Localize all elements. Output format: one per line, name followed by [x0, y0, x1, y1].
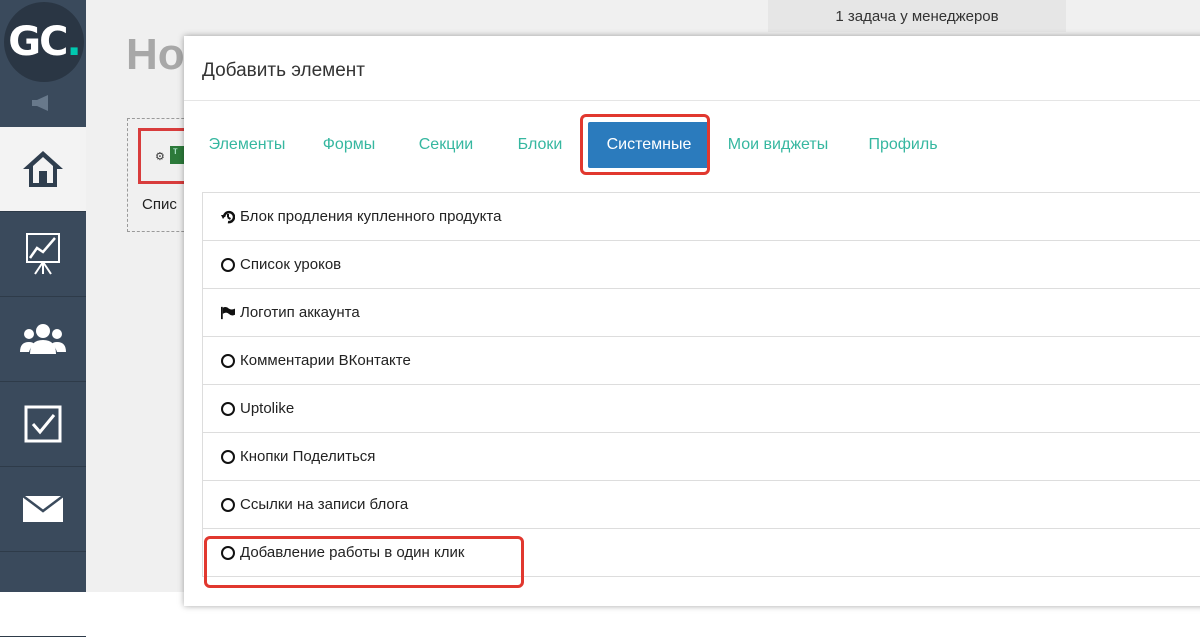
circle-icon	[221, 497, 235, 512]
list-item-label: Логотип аккаунта	[240, 304, 360, 321]
tab-system[interactable]: Системные	[588, 122, 710, 168]
app-logo[interactable]: GC.	[4, 2, 84, 82]
page-title: Но	[126, 30, 185, 79]
tab-profile[interactable]: Профиль	[866, 122, 940, 168]
managers-task-tab[interactable]: 1 задача у менеджеров	[768, 0, 1066, 32]
tab-sections[interactable]: Секции	[406, 122, 486, 168]
megaphone-icon[interactable]	[30, 94, 56, 112]
modal-divider	[184, 100, 1200, 101]
circle-icon	[221, 545, 235, 560]
list-item-label: Uptolike	[240, 400, 295, 417]
circle-icon	[221, 449, 235, 464]
tab-my-widgets[interactable]: Мои виджеты	[726, 122, 830, 168]
sidebar: GC.	[0, 0, 86, 637]
sidebar-item-messages[interactable]	[0, 467, 86, 552]
list-item[interactable]: Ссылки на записи блога	[202, 481, 1200, 529]
list-item[interactable]: Добавление работы в один клик	[202, 529, 1200, 577]
tab-forms[interactable]: Формы	[316, 122, 382, 168]
users-icon	[20, 324, 66, 354]
sidebar-item-settings[interactable]	[0, 552, 86, 637]
list-item[interactable]: Блок продления купленного продукта	[202, 193, 1200, 241]
list-item-label: Добавление работы в один клик	[240, 544, 465, 561]
list-item-label: Список уроков	[240, 256, 342, 273]
gear-icon[interactable]: ⚙	[155, 150, 165, 163]
tab-blocks[interactable]: Блоки	[510, 122, 570, 168]
checkbox-icon	[24, 405, 62, 443]
circle-icon	[221, 353, 235, 368]
logo-text: GC	[8, 19, 68, 65]
list-item[interactable]: Uptolike	[202, 385, 1200, 433]
tab-bar: Элементы Формы Секции Блоки Системные Мо…	[202, 122, 1200, 182]
history-icon	[221, 210, 235, 224]
system-elements-list: Блок продления купленного продукта Списо…	[202, 192, 1200, 577]
home-icon	[23, 151, 63, 187]
chart-icon	[26, 233, 60, 275]
sidebar-item-home[interactable]	[0, 127, 86, 212]
modal-title: Добавить элемент	[202, 60, 366, 81]
list-item[interactable]: Комментарии ВКонтакте	[202, 337, 1200, 385]
list-item-label: Кнопки Поделиться	[240, 448, 376, 465]
list-item-label: Ссылки на записи блога	[240, 496, 409, 513]
tab-elements[interactable]: Элементы	[202, 122, 292, 168]
add-element-modal: Добавить элемент Элементы Формы Секции Б…	[184, 36, 1200, 606]
sidebar-item-analytics[interactable]	[0, 212, 86, 297]
circle-icon	[221, 401, 235, 416]
flag-icon	[221, 306, 235, 320]
list-item[interactable]: Список уроков	[202, 241, 1200, 289]
sidebar-item-users[interactable]	[0, 297, 86, 382]
sidebar-item-tasks[interactable]	[0, 382, 86, 467]
settings-icon	[25, 610, 61, 634]
envelope-icon	[22, 495, 64, 522]
logo-dot: .	[66, 19, 81, 65]
list-item[interactable]: Кнопки Поделиться	[202, 433, 1200, 481]
list-item-label: Комментарии ВКонтакте	[240, 352, 411, 369]
list-item[interactable]: Логотип аккаунта	[202, 289, 1200, 337]
list-item-label: Блок продления купленного продукта	[240, 208, 502, 225]
circle-icon	[221, 257, 235, 272]
page-block-text: Спис	[142, 196, 177, 213]
